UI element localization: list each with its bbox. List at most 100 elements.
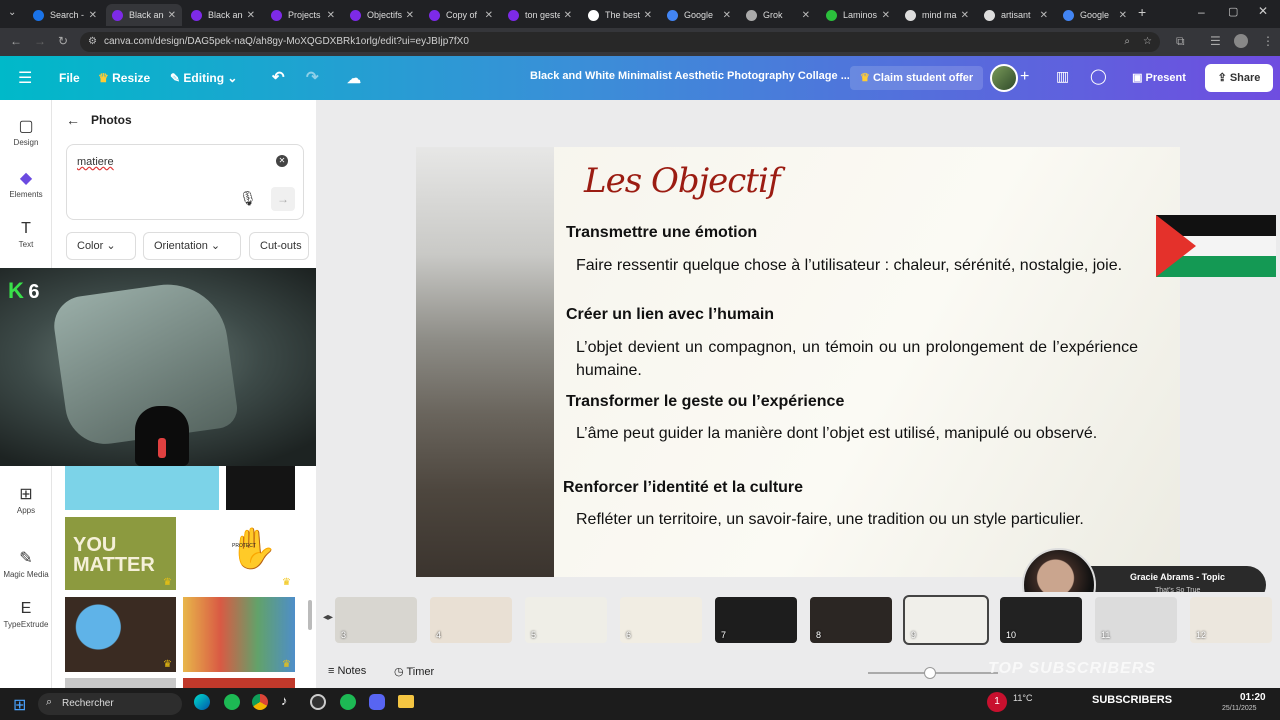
tab-close-icon[interactable]: ✕ (723, 10, 731, 21)
filter-chip-cut-outs[interactable]: Cut-outs (249, 232, 309, 260)
rail-item-design[interactable]: ▢ Design (0, 116, 52, 147)
browser-tab[interactable]: Grok ✕ (740, 4, 816, 26)
claim-student-offer-button[interactable]: ♛ Claim student offer (850, 66, 984, 90)
browser-tab[interactable]: Google ✕ (1057, 4, 1133, 26)
avatar[interactable] (990, 64, 1018, 92)
rail-item-apps[interactable]: ⊞ Apps (0, 484, 52, 515)
share-button[interactable]: ⇪ Share (1205, 64, 1273, 92)
browser-menu-icon[interactable]: ⋮ (1262, 34, 1274, 48)
page-thumbnail[interactable]: 8 (810, 597, 892, 643)
page-thumbnail[interactable]: 10 (1000, 597, 1082, 643)
photo-tile-hand[interactable]: ✋ PROTECT ♛ (183, 517, 295, 590)
page-thumbnail[interactable]: 9 (903, 595, 989, 645)
spotify-icon[interactable] (340, 694, 356, 710)
photo-tile-people[interactable]: ♛ (183, 597, 295, 672)
page-thumbnail[interactable]: 3 (335, 597, 417, 643)
clear-search-icon[interactable]: ✕ (276, 155, 288, 167)
slide-heading[interactable]: Renforcer l’identité et la culture (563, 479, 803, 497)
slide-title[interactable]: Les Objectif (584, 161, 780, 201)
browser-tab[interactable]: Google ✕ (661, 4, 737, 26)
file-explorer-icon[interactable] (398, 695, 414, 708)
new-tab-button[interactable]: + (1138, 4, 1146, 20)
back-arrow-icon[interactable]: ← (66, 112, 80, 128)
tab-close-icon[interactable]: ✕ (564, 10, 572, 21)
tab-close-icon[interactable]: ✕ (882, 10, 890, 21)
main-menu-icon[interactable]: ☰ (18, 68, 32, 88)
tab-list-chevron-icon[interactable]: ⌄ (8, 7, 16, 18)
search-input[interactable]: matiere (77, 156, 114, 168)
browser-tab[interactable]: Laminos ✕ (820, 4, 896, 26)
browser-tab[interactable]: ton geste ✕ (502, 4, 578, 26)
browser-tab[interactable]: Objectifs ✕ (344, 4, 420, 26)
photo-tile[interactable] (183, 678, 295, 688)
redo-button[interactable]: ↷ (306, 68, 319, 88)
taskbar-search[interactable]: ⌕ Rechercher (38, 693, 182, 715)
tab-close-icon[interactable]: ✕ (802, 10, 810, 21)
page-thumbnail[interactable]: 5 (525, 597, 607, 643)
slide-paragraph[interactable]: L’âme peut guider la manière dont l’obje… (576, 422, 1138, 445)
notes-button[interactable]: ≡ Notes (328, 665, 366, 677)
tab-close-icon[interactable]: ✕ (1119, 10, 1127, 21)
extensions-icon[interactable]: ⧉ (1176, 34, 1185, 49)
photo-search-box[interactable]: matiere ✕ 🎙 → (66, 144, 304, 220)
browser-tab[interactable]: Search - ✕ (27, 4, 103, 26)
slide-mountain-photo[interactable] (416, 147, 554, 577)
windows-start-icon[interactable]: ⊞ (13, 695, 26, 715)
slide-paragraph[interactable]: Faire ressentir quelque chose à l’utilis… (576, 254, 1138, 277)
maximize-button[interactable]: ▢ (1228, 5, 1238, 18)
slide-heading[interactable]: Créer un lien avec l’humain (566, 306, 774, 324)
chrome-icon[interactable] (252, 694, 268, 710)
zoom-icon[interactable]: ⌕ (1124, 32, 1130, 52)
undo-button[interactable]: ↶ (272, 68, 285, 88)
page-thumbnail[interactable]: 12 (1190, 597, 1272, 643)
tab-close-icon[interactable]: ✕ (89, 10, 97, 21)
browser-tab[interactable]: mind ma ✕ (899, 4, 975, 26)
tab-close-icon[interactable]: ✕ (644, 10, 652, 21)
reload-icon[interactable]: ↻ (58, 34, 68, 48)
resize-button[interactable]: ♛ Resize (98, 68, 150, 88)
notification-badge[interactable]: 1 (987, 692, 1007, 712)
tab-close-icon[interactable]: ✕ (961, 10, 969, 21)
browser-tab[interactable]: Black and ✕ (106, 4, 182, 26)
photo-tile-soil[interactable]: ♛ (65, 597, 176, 672)
slide-heading[interactable]: Transformer le geste ou l’expérience (566, 393, 844, 411)
tab-search-icon[interactable]: ☰ (1210, 34, 1221, 48)
microphone-icon[interactable]: 🎙 (239, 190, 257, 207)
tab-close-icon[interactable]: ✕ (406, 10, 414, 21)
browser-tab[interactable]: artisant ✕ (978, 4, 1054, 26)
slide-heading[interactable]: Transmettre une émotion (566, 224, 757, 242)
cloud-save-icon[interactable]: ☁ (347, 68, 361, 88)
file-menu-button[interactable]: File (59, 68, 80, 88)
tab-close-icon[interactable]: ✕ (485, 10, 493, 21)
bookmark-star-icon[interactable]: ☆ (1143, 32, 1152, 52)
back-arrow-icon[interactable]: ← (10, 34, 22, 48)
profile-avatar[interactable] (1234, 34, 1248, 48)
tiktok-icon[interactable]: ♪ (281, 693, 288, 708)
zoom-slider-handle[interactable] (924, 667, 936, 679)
page-thumbnail[interactable]: 11 (1095, 597, 1177, 643)
timer-button[interactable]: ◷ Timer (394, 665, 434, 678)
clock-time[interactable]: 01:20 (1240, 692, 1266, 703)
discord-icon[interactable] (369, 694, 385, 710)
photo-tile-you-matter[interactable]: YOU MATTER ♛ (65, 517, 176, 590)
zoom-slider[interactable] (868, 667, 998, 679)
submit-arrow-icon[interactable]: → (271, 187, 295, 211)
tab-close-icon[interactable]: ✕ (168, 10, 176, 21)
browser-tab[interactable]: Copy of ✕ (423, 4, 499, 26)
page-thumbnail[interactable]: 6 (620, 597, 702, 643)
analytics-icon[interactable]: ▥ (1056, 68, 1069, 85)
weather-temp[interactable]: 11°C (1013, 693, 1032, 703)
minimize-button[interactable]: – (1198, 5, 1205, 19)
slide-paragraph[interactable]: L’objet devient un compagnon, un témoin … (576, 336, 1138, 382)
filter-chip-color[interactable]: Color ⌄ (66, 232, 136, 260)
rail-item-magic-media[interactable]: ✎ Magic Media (0, 548, 52, 579)
edge-icon[interactable] (194, 694, 210, 710)
present-button[interactable]: ▣ Present (1120, 64, 1198, 92)
forward-arrow-icon[interactable]: → (34, 34, 46, 48)
invite-plus-icon[interactable]: + (1020, 68, 1029, 86)
comments-icon[interactable]: ◯ (1090, 67, 1107, 85)
rail-item-text[interactable]: T Text (0, 220, 52, 249)
tab-close-icon[interactable]: ✕ (1040, 10, 1048, 21)
tab-close-icon[interactable]: ✕ (247, 10, 255, 21)
site-info-icon[interactable]: ⚙ (88, 32, 97, 52)
